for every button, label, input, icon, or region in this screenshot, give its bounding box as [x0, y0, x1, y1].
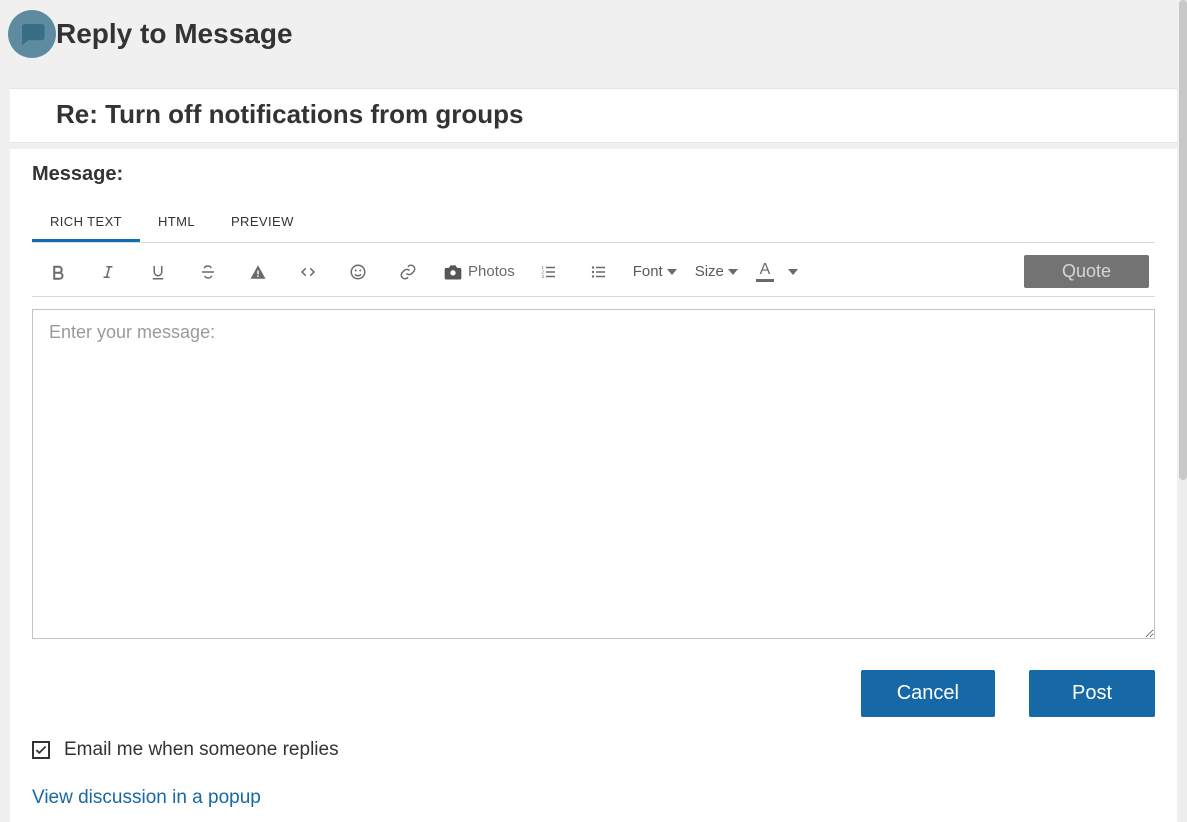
bold-button[interactable] — [42, 256, 74, 288]
svg-text:3: 3 — [541, 274, 544, 279]
link-button[interactable] — [392, 256, 424, 288]
message-textarea[interactable] — [32, 309, 1155, 639]
cancel-button[interactable]: Cancel — [861, 670, 995, 717]
text-color-caret[interactable] — [784, 269, 798, 275]
photos-label: Photos — [468, 263, 515, 280]
font-dropdown[interactable]: Font — [633, 263, 677, 280]
subject-line: Re: Turn off notifications from groups — [56, 99, 1131, 130]
chevron-down-icon — [788, 269, 798, 275]
camera-icon — [442, 262, 464, 282]
text-color-icon: A — [756, 262, 774, 282]
tab-rich-text[interactable]: RICH TEXT — [32, 204, 140, 242]
strikethrough-button[interactable] — [192, 256, 224, 288]
scrollbar-track[interactable] — [1179, 0, 1187, 822]
email-reply-label: Email me when someone replies — [64, 739, 339, 761]
emoji-button[interactable] — [342, 256, 374, 288]
chevron-down-icon — [728, 269, 738, 275]
text-color-dropdown[interactable]: A — [756, 262, 774, 282]
italic-button[interactable] — [92, 256, 124, 288]
underline-button[interactable] — [142, 256, 174, 288]
editor-tabs: RICH TEXT HTML PREVIEW — [32, 204, 1155, 243]
editor-toolbar: Photos 123 Font Size A Quote — [32, 243, 1155, 297]
photos-button[interactable]: Photos — [442, 262, 515, 282]
scrollbar-thumb[interactable] — [1179, 0, 1187, 480]
unordered-list-button[interactable] — [583, 256, 615, 288]
email-reply-checkbox[interactable] — [32, 741, 50, 759]
size-dropdown[interactable]: Size — [695, 263, 738, 280]
quote-button[interactable]: Quote — [1024, 255, 1149, 288]
check-icon — [34, 743, 48, 757]
post-button[interactable]: Post — [1029, 670, 1155, 717]
chevron-down-icon — [667, 269, 677, 275]
code-button[interactable] — [292, 256, 324, 288]
message-label: Message: — [32, 163, 1155, 186]
page-title: Reply to Message — [56, 18, 293, 50]
view-discussion-popup-link[interactable]: View discussion in a popup — [32, 787, 261, 809]
tab-preview[interactable]: PREVIEW — [213, 204, 312, 242]
tab-html[interactable]: HTML — [140, 204, 213, 242]
spoiler-button[interactable] — [242, 256, 274, 288]
ordered-list-button[interactable]: 123 — [533, 256, 565, 288]
reply-header-icon — [8, 10, 56, 58]
